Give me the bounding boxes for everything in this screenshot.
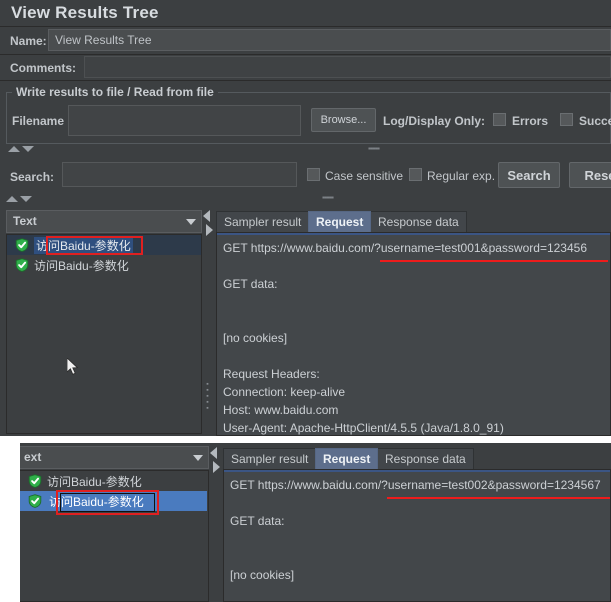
- search-input[interactable]: [62, 162, 297, 187]
- mouse-cursor: [67, 358, 79, 375]
- results-tree[interactable]: 访问Baidu-参数化 访问Baidu-参数化: [20, 470, 209, 602]
- reset-button-label: Rese: [584, 167, 611, 183]
- search-button-label: Search: [507, 167, 551, 183]
- collapse-left-icon[interactable]: [210, 447, 217, 459]
- collapse-right-icon[interactable]: [213, 461, 220, 473]
- success-shield-icon: [15, 238, 29, 252]
- tree-item-label: 访问Baidu-参数化: [34, 236, 133, 254]
- capture-gap: [0, 436, 611, 443]
- browse-button-label: Browse...: [320, 114, 367, 126]
- panel-title-bar: View Results Tree: [0, 0, 611, 26]
- tab-label: Sampler result: [231, 452, 309, 466]
- success-shield-icon: [15, 258, 29, 272]
- tab-response-data[interactable]: Response data: [377, 448, 474, 469]
- request-content-panel[interactable]: GET https://www.baidu.com/?username=test…: [223, 469, 611, 602]
- renderer-select-value: ext: [24, 450, 42, 464]
- tree-item-label: 访问Baidu-参数化: [47, 474, 142, 489]
- name-input-value: View Results Tree: [55, 33, 152, 47]
- chevron-down-icon[interactable]: [186, 219, 196, 225]
- capture-gap-left: [0, 443, 20, 602]
- tab-sampler-result[interactable]: Sampler result: [223, 448, 317, 469]
- log-display-only-label: Log/Display Only:: [383, 114, 486, 128]
- write-results-legend: Write results to file / Read from file: [12, 85, 218, 99]
- divider: [0, 80, 611, 81]
- renderer-select[interactable]: Text: [6, 210, 202, 233]
- collapse-right-icon[interactable]: [206, 224, 213, 236]
- tree-item-label: 访问Baidu-参数化: [47, 492, 146, 510]
- tree-item[interactable]: 访问Baidu-参数化: [7, 235, 201, 255]
- tab-sampler-result[interactable]: Sampler result: [216, 211, 310, 232]
- request-content-panel[interactable]: GET https://www.baidu.com/?username=test…: [216, 232, 611, 436]
- search-label: Search:: [10, 170, 55, 184]
- tree-item[interactable]: 访问Baidu-参数化: [20, 491, 207, 511]
- successes-label: Succe: [579, 114, 611, 128]
- regular-exp-checkbox[interactable]: [409, 168, 422, 181]
- annotation-underline: [380, 260, 608, 262]
- results-split-divider[interactable]: ▪▪▪▪▪▪: [0, 193, 611, 206]
- tree-item[interactable]: 访问Baidu-参数化: [7, 255, 201, 275]
- view-results-tree-panel-second: ext 访问Baidu-参数化 访问Baidu-参数化 Sampler resul…: [20, 443, 611, 602]
- success-shield-icon: [28, 474, 42, 488]
- tab-request[interactable]: Request: [315, 448, 379, 469]
- result-tabs[interactable]: Sampler result Request Response data: [216, 211, 611, 233]
- annotation-underline: [387, 497, 610, 499]
- renderer-select[interactable]: ext: [20, 446, 209, 469]
- divider: [0, 54, 611, 55]
- vertical-split-divider[interactable]: [210, 443, 221, 602]
- split-grip-icon: ▪▪▪▪▪▪: [322, 193, 334, 202]
- regular-exp-label: Regular exp.: [427, 169, 496, 183]
- successes-checkbox[interactable]: [560, 113, 573, 126]
- case-sensitive-checkbox[interactable]: [307, 168, 320, 181]
- tab-response-data[interactable]: Response data: [370, 211, 467, 232]
- page-title: View Results Tree: [11, 3, 159, 22]
- tab-label: Sampler result: [224, 215, 302, 229]
- request-text: GET https://www.baidu.com/?username=test…: [230, 478, 601, 582]
- errors-checkbox[interactable]: [493, 113, 506, 126]
- reset-button[interactable]: Rese: [569, 162, 611, 188]
- panel-accent-line: [217, 233, 610, 235]
- chevron-down-icon[interactable]: [193, 455, 203, 461]
- collapse-left-icon[interactable]: [203, 210, 210, 222]
- split-grip-icon: ▪▪▪▪▪: [204, 381, 211, 411]
- comments-input[interactable]: [84, 56, 611, 78]
- panel-accent-line: [224, 470, 610, 472]
- request-text: GET https://www.baidu.com/?username=test…: [223, 241, 587, 435]
- renderer-select-value: Text: [13, 214, 37, 228]
- vertical-split-divider[interactable]: ▪▪▪▪▪: [203, 206, 214, 436]
- horizontal-split-divider[interactable]: ▪▪▪▪▪▪: [0, 144, 611, 155]
- collapse-down-icon[interactable]: [20, 196, 32, 202]
- tab-label: Request: [316, 215, 364, 229]
- divider: [0, 26, 611, 27]
- filename-input[interactable]: [68, 105, 301, 136]
- tab-label: Response data: [385, 452, 466, 466]
- browse-button[interactable]: Browse...: [311, 108, 376, 132]
- split-grip-icon: ▪▪▪▪▪▪: [368, 144, 380, 153]
- name-input[interactable]: View Results Tree: [48, 29, 611, 51]
- tab-label: Response data: [378, 215, 459, 229]
- filename-label: Filename: [12, 114, 65, 128]
- errors-label: Errors: [512, 114, 549, 128]
- results-tree[interactable]: 访问Baidu-参数化 访问Baidu-参数化: [6, 234, 202, 434]
- tab-request[interactable]: Request: [308, 211, 372, 232]
- success-shield-icon: [28, 494, 42, 508]
- tree-item[interactable]: 访问Baidu-参数化: [20, 471, 207, 491]
- name-label: Name:: [10, 34, 47, 48]
- comments-label: Comments:: [10, 61, 77, 75]
- search-button[interactable]: Search: [498, 162, 560, 188]
- view-results-tree-panel: View Results Tree Name: View Results Tre…: [0, 0, 611, 436]
- tab-label: Request: [323, 452, 371, 466]
- case-sensitive-label: Case sensitive: [325, 169, 404, 183]
- collapse-up-icon[interactable]: [8, 146, 20, 152]
- result-tabs[interactable]: Sampler result Request Response data: [223, 448, 611, 470]
- collapse-down-icon[interactable]: [22, 146, 34, 152]
- collapse-up-icon[interactable]: [6, 196, 18, 202]
- tree-item-label: 访问Baidu-参数化: [34, 258, 129, 273]
